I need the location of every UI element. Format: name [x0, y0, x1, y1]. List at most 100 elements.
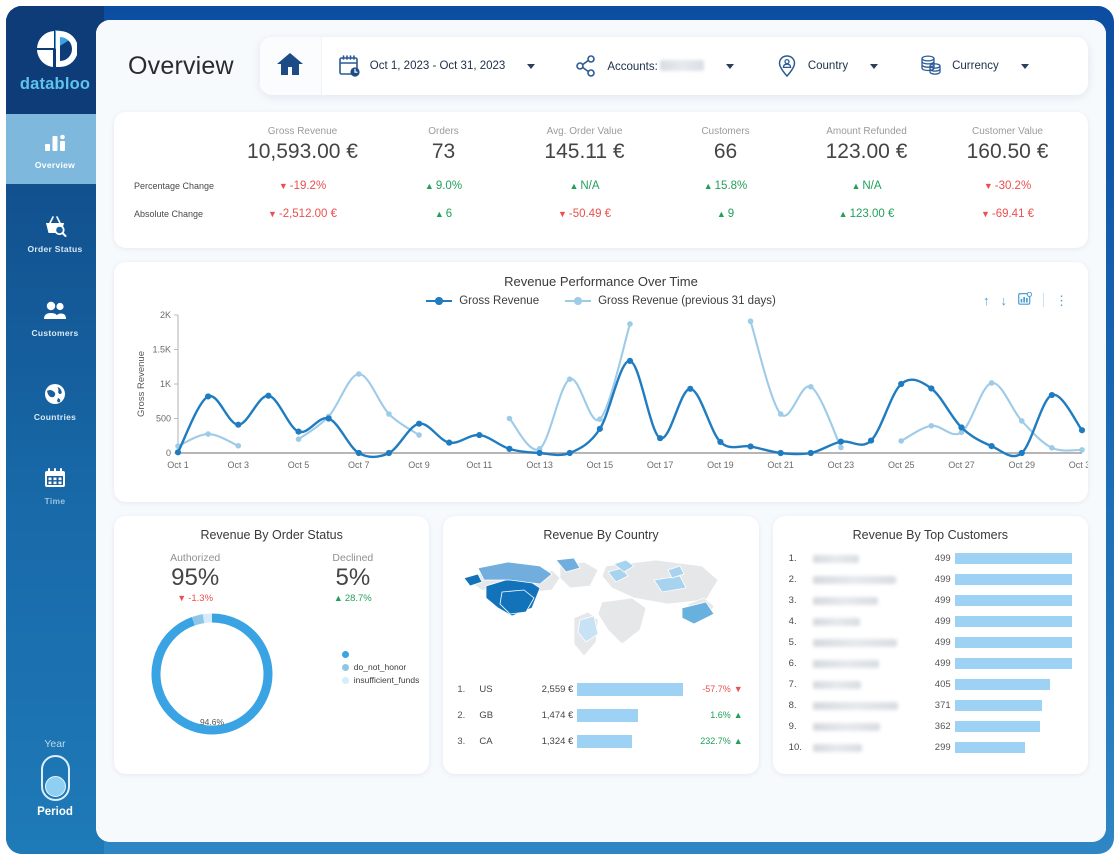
chevron-down-icon[interactable] [527, 64, 535, 69]
chevron-down-icon[interactable] [1021, 64, 1029, 69]
bar-track [955, 595, 1072, 606]
country-code: CA [479, 736, 531, 747]
customer-name [813, 723, 925, 731]
chart-settings-icon[interactable] [1018, 292, 1032, 308]
legend-label: insufficient_funds [354, 675, 420, 685]
row-rank: 7. [789, 679, 813, 690]
redacted-value [813, 660, 879, 668]
redacted-value [813, 618, 860, 626]
people-icon [41, 297, 69, 323]
svg-text:Oct 23: Oct 23 [828, 460, 855, 470]
stat-delta: ▼-1.3% [170, 593, 220, 604]
row-rank: 3. [789, 595, 813, 606]
table-row[interactable]: 3. CA 1,324 € 232.7%▲ [457, 728, 744, 754]
table-row[interactable]: 1. US 2,559 € -57.7%▼ [457, 676, 744, 702]
kpi-name: Amount Refunded [796, 126, 937, 137]
customer-value: 499 [925, 553, 955, 564]
stat-label: Declined [332, 552, 373, 564]
bar-track [577, 709, 682, 722]
sidebar-item-customers[interactable]: Customers [6, 282, 104, 352]
kpi-grid: Gross Revenue 10,593.00 € Orders 73 Avg.… [124, 126, 1078, 220]
list-item[interactable]: 5.499 [789, 632, 1072, 653]
customer-name [813, 681, 925, 689]
legend-item[interactable] [342, 648, 420, 661]
legend-item-current[interactable]: Gross Revenue [426, 295, 539, 307]
sidebar-item-label: Customers [31, 328, 78, 338]
bar-track [955, 658, 1072, 669]
country-value: 1,474 € [531, 710, 577, 721]
kpi-name: Avg. Order Value [514, 126, 655, 137]
row-rank: 4. [789, 616, 813, 627]
chart-toolbar: ↑ ↓ ⋮ [983, 292, 1068, 308]
more-options-icon[interactable]: ⋮ [1055, 294, 1068, 307]
svg-text:Oct 9: Oct 9 [408, 460, 430, 470]
kpi-value: 66 [655, 140, 796, 164]
row-rank: 2. [457, 710, 479, 721]
declined-stat: Declined 5% ▲28.7% [332, 552, 373, 604]
kpi-abs-change: ▼-50.49 € [514, 192, 655, 220]
value-bar [955, 679, 1050, 690]
filter-currency[interactable]: Currency [904, 37, 1041, 95]
kpi-pct-change: ▲15.8% [655, 164, 796, 192]
row-rank: 2. [789, 574, 813, 585]
sort-descending-icon[interactable]: ↓ [1001, 294, 1008, 307]
filter-date-range[interactable]: Oct 1, 2023 - Oct 31, 2023 [322, 37, 548, 95]
kpi-abs-change: ▲123.00 € [796, 192, 937, 220]
legend-item[interactable]: insufficient_funds [342, 674, 420, 687]
kpi-abs-change: ▼-2,512.00 € [232, 192, 373, 220]
sidebar-item-time[interactable]: Time [6, 450, 104, 520]
svg-text:Oct 27: Oct 27 [948, 460, 975, 470]
list-item[interactable]: 10.299 [789, 737, 1072, 758]
legend-item[interactable]: do_not_honor [342, 661, 420, 674]
sidebar-item-order-status[interactable]: Order Status [6, 198, 104, 268]
table-row[interactable]: 2. GB 1,474 € 1.6%▲ [457, 702, 744, 728]
filter-country[interactable]: Country [760, 37, 890, 95]
donut-legend: do_not_honor insufficient_funds [342, 648, 420, 687]
location-pin-person-icon [774, 53, 800, 79]
list-item[interactable]: 6.499 [789, 653, 1072, 674]
list-item[interactable]: 8.371 [789, 695, 1072, 716]
year-period-toggle[interactable] [41, 755, 70, 801]
kpi-pct-change: ▲9.0% [373, 164, 514, 192]
svg-text:1K: 1K [160, 379, 171, 389]
list-item[interactable]: 9.362 [789, 716, 1072, 737]
panel-title: Revenue By Country [443, 516, 758, 542]
svg-text:Oct 19: Oct 19 [707, 460, 734, 470]
country-delta: 232.7%▲ [683, 736, 745, 746]
redacted-value [813, 744, 862, 752]
home-button[interactable] [260, 37, 322, 95]
basket-search-icon [41, 213, 69, 239]
customer-value: 499 [925, 574, 955, 585]
list-item[interactable]: 1.499 [789, 548, 1072, 569]
line-plot: 05001K1.5K2KGross RevenueOct 1Oct 3Oct 5… [130, 309, 1072, 482]
kpi-abs-change: ▲6 [373, 192, 514, 220]
sidebar-item-label: Order Status [27, 244, 82, 254]
home-icon [276, 51, 304, 82]
svg-text:0: 0 [166, 448, 171, 458]
list-item[interactable]: 2. 499 [789, 569, 1072, 590]
sort-ascending-icon[interactable]: ↑ [983, 294, 990, 307]
sidebar-item-overview[interactable]: Overview [6, 114, 104, 184]
databloo-logo-icon [33, 27, 77, 71]
row-rank: 8. [789, 700, 813, 711]
filter-accounts[interactable]: Accounts: [559, 37, 746, 95]
redacted-value [813, 723, 880, 731]
chevron-down-icon[interactable] [870, 64, 878, 69]
share-nodes-icon [573, 53, 599, 79]
value-bar [577, 735, 631, 748]
list-item[interactable]: 3.499 [789, 590, 1072, 611]
chevron-down-icon[interactable] [726, 64, 734, 69]
filter-date-range-value: Oct 1, 2023 - Oct 31, 2023 [370, 60, 506, 72]
kpi-pct-change: ▲N/A [514, 164, 655, 192]
world-map[interactable] [443, 544, 758, 672]
legend-item-previous[interactable]: Gross Revenue (previous 31 days) [565, 295, 776, 307]
brand-name: databloo [20, 75, 90, 94]
list-item[interactable]: 4.499 [789, 611, 1072, 632]
row-rank: 10. [789, 742, 813, 753]
chart-legend: Gross Revenue Gross Revenue (previous 31… [130, 295, 1072, 307]
kpi-summary-card: Gross Revenue 10,593.00 € Orders 73 Avg.… [114, 112, 1088, 248]
value-bar [955, 574, 1072, 585]
list-item[interactable]: 7.405 [789, 674, 1072, 695]
row-rank: 1. [457, 684, 479, 695]
sidebar-item-countries[interactable]: Countries [6, 366, 104, 436]
